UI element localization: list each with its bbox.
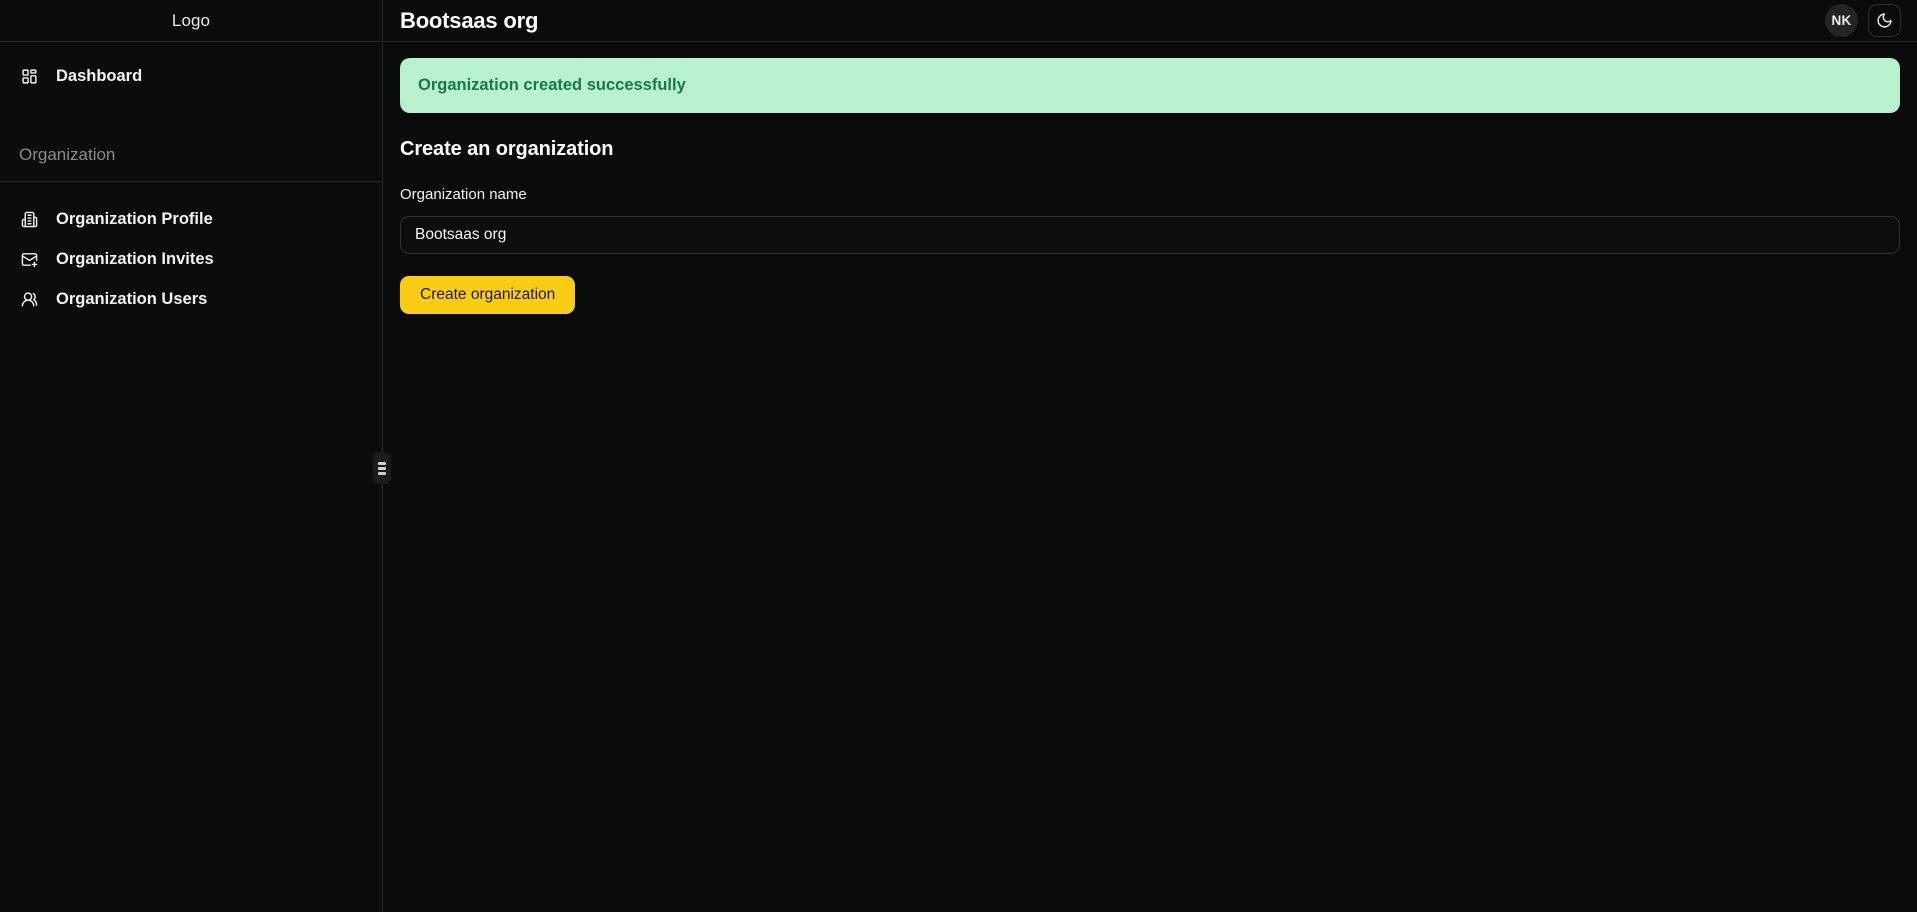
sidebar-section-organization-label: Organization [0,96,382,182]
sidebar: Logo Dashboard Organization Organization… [0,0,391,912]
create-organization-button[interactable]: Create organization [400,276,576,314]
app-root: Logo Dashboard Organization Organization… [0,0,1917,912]
content-area: Organization created successfully Create… [383,42,1917,912]
topbar-actions: NK [1825,4,1901,37]
sidebar-section-organization-items: Organization Profile Organization Invite… [0,182,382,319]
moon-icon [1876,12,1893,29]
organization-name-label: Organization name [400,186,527,203]
create-organization-form: Organization name Create organization [400,186,1900,314]
grip-dot [378,466,386,470]
sidebar-logo-label: Logo [171,10,211,30]
sidebar-item-dashboard[interactable]: Dashboard [0,56,382,96]
page-title: Bootsaas org [400,7,539,33]
users-icon [19,289,39,309]
organization-name-input[interactable] [400,216,1900,254]
building-icon [19,209,39,229]
sidebar-item-organization-profile[interactable]: Organization Profile [0,199,382,239]
topbar: Bootsaas org NK [383,0,1917,42]
sidebar-item-label: Organization Profile [56,209,213,228]
layout-dashboard-icon [19,66,39,86]
sidebar-item-label: Dashboard [56,66,143,85]
sidebar-item-organization-users[interactable]: Organization Users [0,279,382,319]
sidebar-resize-handle[interactable] [373,452,391,484]
main-area: Bootsaas org NK Organization created suc… [383,0,1917,912]
mail-plus-icon [19,249,39,269]
grip-dot [378,461,386,465]
sidebar-item-label: Organization Invites [56,249,214,268]
sidebar-item-label: Organization Users [56,289,208,308]
theme-toggle-button[interactable] [1868,4,1901,37]
sidebar-logo[interactable]: Logo [0,0,382,42]
sidebar-nav: Dashboard Organization Organization Prof… [0,42,382,319]
avatar[interactable]: NK [1825,4,1858,37]
grip-dot [378,471,386,475]
sidebar-item-organization-invites[interactable]: Organization Invites [0,239,382,279]
success-alert: Organization created successfully [400,58,1900,113]
form-heading: Create an organization [400,138,614,160]
